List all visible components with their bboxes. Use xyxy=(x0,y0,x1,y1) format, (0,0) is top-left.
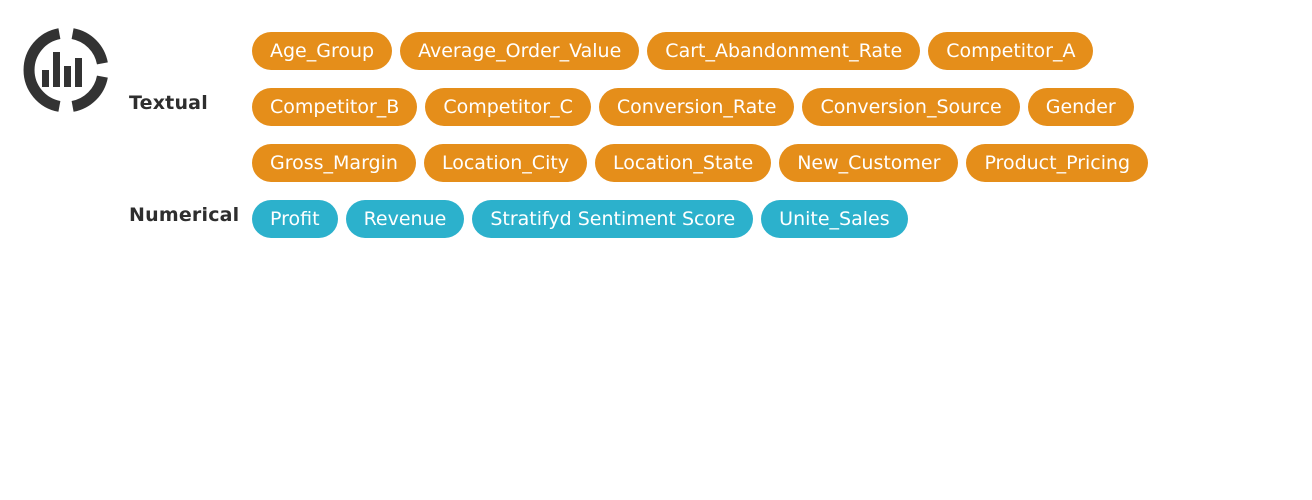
field-tag-gross-margin[interactable]: Gross_Margin xyxy=(252,144,416,182)
field-tag-average-order-value[interactable]: Average_Order_Value xyxy=(400,32,640,70)
field-tag-competitor-c[interactable]: Competitor_C xyxy=(425,88,591,126)
textual-group-label: Textual xyxy=(129,92,208,114)
field-tag-stratifyd-sentiment-score[interactable]: Stratifyd Sentiment Score xyxy=(472,200,754,238)
field-tag-profit[interactable]: Profit xyxy=(252,200,338,238)
numerical-tag-row-1: Profit Revenue Stratifyd Sentiment Score… xyxy=(252,200,908,238)
field-tag-conversion-rate[interactable]: Conversion_Rate xyxy=(598,88,795,126)
field-tag-location-state[interactable]: Location_State xyxy=(595,144,772,182)
field-tag-conversion-source[interactable]: Conversion_Source xyxy=(802,88,1020,126)
field-tag-age-group[interactable]: Age_Group xyxy=(252,32,393,70)
field-tag-cart-abandonment-rate[interactable]: Cart_Abandonment_Rate xyxy=(647,32,921,70)
field-tag-competitor-b[interactable]: Competitor_B xyxy=(252,88,418,126)
field-tag-revenue[interactable]: Revenue xyxy=(345,200,465,238)
field-tag-product-pricing[interactable]: Product_Pricing xyxy=(966,144,1149,182)
bar-chart-ring-icon xyxy=(23,28,108,112)
field-tag-unite-sales[interactable]: Unite_Sales xyxy=(761,200,908,238)
field-tag-competitor-a[interactable]: Competitor_A xyxy=(928,32,1094,70)
field-tag-location-city[interactable]: Location_City xyxy=(423,144,588,182)
textual-tag-row-1: Age_Group Average_Order_Value Cart_Aband… xyxy=(252,32,1094,70)
textual-tag-row-3: Gross_Margin Location_City Location_Stat… xyxy=(252,144,1149,182)
field-tag-gender[interactable]: Gender xyxy=(1027,88,1134,126)
numerical-group-label: Numerical xyxy=(129,204,240,226)
textual-tag-row-2: Competitor_B Competitor_C Conversion_Rat… xyxy=(252,88,1134,126)
field-tag-new-customer[interactable]: New_Customer xyxy=(779,144,959,182)
